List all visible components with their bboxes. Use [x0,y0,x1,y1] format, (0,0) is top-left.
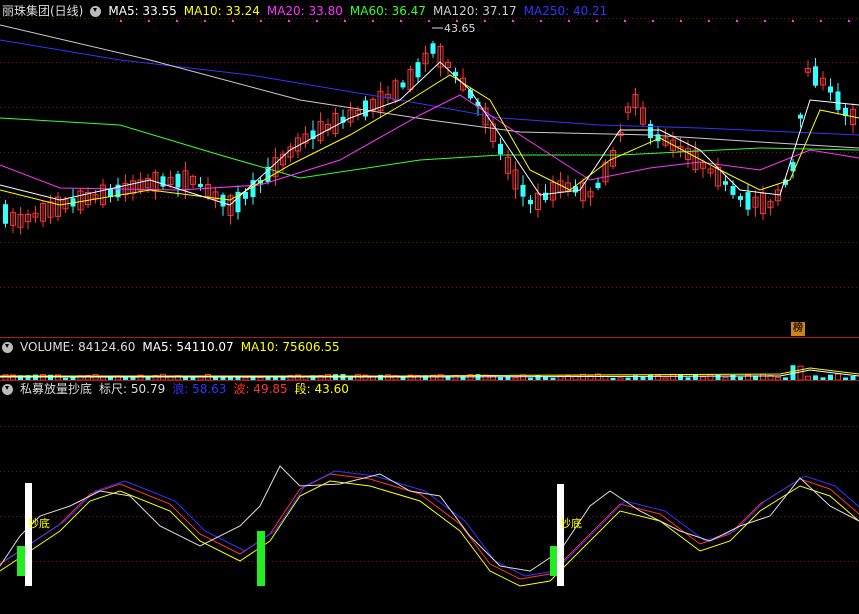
candle-down [175,173,181,188]
candle-down [738,196,743,200]
signal-green-bar [257,531,265,586]
marker-dot [288,20,290,22]
marker-dot [484,20,486,22]
marker-dot [652,20,654,22]
candle-down [723,181,728,185]
volume-ma10: MA10: 75606.55 [240,340,340,354]
indicator-segment: 段: 43.60 [294,382,349,396]
candle-down [363,100,368,117]
marker-dot [204,20,206,22]
panel-divider-1[interactable] [0,337,859,338]
indicator-ripple: 波: 49.85 [233,382,288,396]
marker-dot [708,20,710,22]
marker-dot [372,20,374,22]
marker-dot [820,20,822,22]
candle-down [835,91,841,110]
indicator-wave: 浪: 58.63 [172,382,227,396]
rank-badge[interactable]: 榜 [791,322,805,336]
ripple-line [0,473,859,580]
marker-dot [400,20,402,22]
marker-dot [148,20,150,22]
candle-down [528,199,533,205]
marker-dot [176,20,178,22]
candle-down [595,182,601,189]
marker-dot [680,20,682,22]
ruler-line [0,465,859,572]
indicator-header: 私募放量抄底 标尺: 50.79 浪: 58.63 波: 49.85 段: 43… [0,381,349,397]
candle-down [798,114,803,119]
signal-white-bar [557,484,564,586]
marker-dot [624,20,626,22]
volume-chart[interactable] [0,354,859,382]
volume-menu-icon[interactable] [2,341,13,353]
indicator-chart[interactable]: 抄底 抄底 [0,396,859,614]
ma20-line [0,94,859,191]
candle-down [730,186,736,195]
indicator-ruler: 标尺: 50.79 [99,382,166,396]
bottom-signal-label: 抄底 [560,516,582,530]
marker-dot [260,20,262,22]
marker-dot [512,20,514,22]
signal-green-bar [17,546,25,576]
volume-ma10-line [0,367,859,377]
marker-dot [736,20,738,22]
candle-down [453,71,458,77]
marker-dot [232,20,234,22]
candle-down [415,62,421,78]
marker-dot [316,20,318,22]
volume-bar [797,365,804,381]
marker-dot [764,20,766,22]
high-price-marker: 43.65 [444,22,476,35]
marker-dot [344,20,346,22]
marker-dot [120,20,122,22]
signal-white-bar [25,483,32,586]
candlestick-chart[interactable]: 43.65 [0,0,859,337]
candle-down [498,143,503,155]
candle-down [220,194,226,207]
candle-down [430,43,436,54]
candle-down [520,184,526,197]
wave-line [4,470,859,577]
candle-down [400,82,406,88]
bottom-signal-label: 抄底 [28,516,50,530]
signal-green-bar [550,546,558,576]
marker-dot [596,20,598,22]
marker-dot [792,20,794,22]
candle-down [828,86,833,93]
candle-down [3,204,8,224]
candle-down [198,183,203,187]
indicator-settings-icon[interactable] [2,383,13,395]
volume-ma5: MA5: 54110.07 [142,340,234,354]
marker-dot [848,20,850,22]
indicator-title: 私募放量抄底 [20,382,93,396]
volume-header: VOLUME: 84124.60 MA5: 54110.07 MA10: 756… [0,339,340,355]
marker-dot [568,20,570,22]
ma60-line [0,117,859,179]
candle-down [813,66,818,86]
candle-down [745,192,751,210]
volume-value: VOLUME: 84124.60 [20,340,136,354]
marker-dot [428,20,430,22]
candle-down [108,188,113,197]
ma5-line [0,61,859,206]
marker-dot [540,20,542,22]
